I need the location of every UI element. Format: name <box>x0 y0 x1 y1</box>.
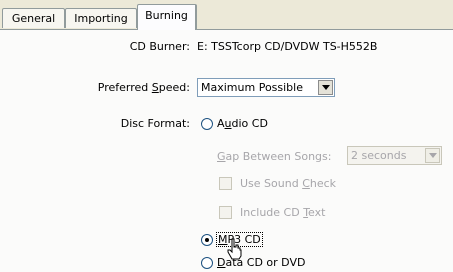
include-cd-text-checkbox <box>219 206 232 219</box>
preferred-speed-label: Preferred Speed: <box>97 81 190 94</box>
mp3-cd-radio[interactable] <box>201 234 213 246</box>
use-sound-check-checkbox <box>219 177 232 190</box>
gap-between-songs-select: 2 seconds <box>347 146 442 165</box>
use-sound-check-label: Use Sound Check <box>240 177 337 190</box>
tab-general[interactable]: General <box>2 8 65 28</box>
cd-burner-value: E: TSSTcorp CD/DVDW TS-H552B <box>197 40 378 53</box>
preferred-speed-value: Maximum Possible <box>201 81 303 94</box>
cd-burner-label: CD Burner: <box>129 40 190 53</box>
audio-cd-label[interactable]: Audio CD <box>217 117 268 130</box>
gap-between-songs-label: Gap Between Songs: <box>217 150 332 163</box>
mp3-cd-label[interactable]: MP3 CD <box>216 232 263 247</box>
tab-burning-label: Burning <box>145 9 188 22</box>
data-cd-radio[interactable] <box>201 257 213 269</box>
tab-importing-label: Importing <box>74 12 128 25</box>
tab-strip: General Importing Burning <box>0 0 453 30</box>
tab-general-label: General <box>11 12 56 25</box>
gap-between-songs-value: 2 seconds <box>351 149 407 162</box>
audio-cd-radio[interactable] <box>201 118 213 130</box>
preferred-speed-select[interactable]: Maximum Possible <box>197 78 335 97</box>
data-cd-label[interactable]: Data CD or DVD <box>217 256 305 269</box>
tab-importing[interactable]: Importing <box>65 8 137 28</box>
chevron-down-icon[interactable] <box>318 80 333 95</box>
tab-burning[interactable]: Burning <box>137 4 197 30</box>
include-cd-text-label: Include CD Text <box>240 206 326 219</box>
disc-format-label: Disc Format: <box>120 117 190 130</box>
chevron-down-icon <box>425 148 440 163</box>
